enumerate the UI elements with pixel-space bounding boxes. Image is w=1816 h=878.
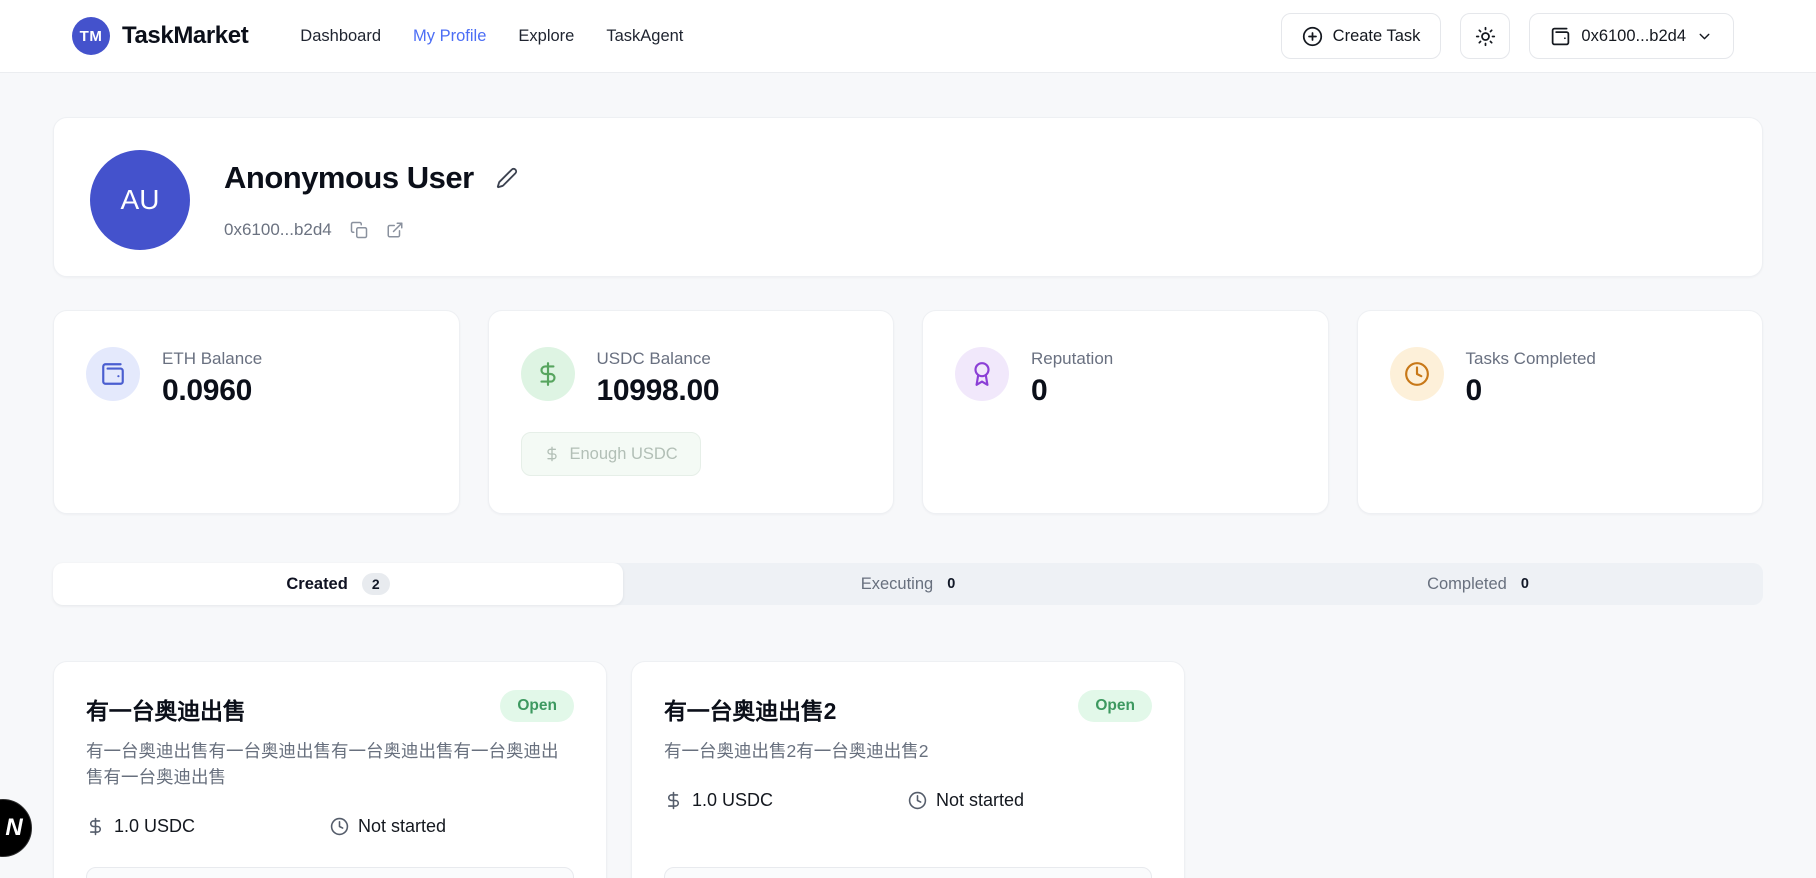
stat-value: 0 <box>1031 374 1113 408</box>
chevron-down-icon <box>1696 28 1713 45</box>
logo-icon: TM <box>72 17 110 55</box>
create-task-button[interactable]: Create Task <box>1281 13 1442 59</box>
tab-executing[interactable]: Executing 0 <box>623 563 1193 605</box>
view-on-explorer-button[interactable] <box>386 221 404 239</box>
dollar-icon <box>521 347 575 401</box>
wallet-address-label: 0x6100...b2d4 <box>1581 27 1686 46</box>
task-title: 有一台奥迪出售 <box>86 692 246 726</box>
tab-count-badge: 2 <box>362 573 390 595</box>
theme-toggle-button[interactable] <box>1460 13 1510 59</box>
nav-links: Dashboard My Profile Explore TaskAgent <box>300 27 683 46</box>
task-time-label: Not started <box>936 790 1024 811</box>
task-card[interactable]: 有一台奥迪出售2 Open 有一台奥迪出售2有一台奥迪出售2 1.0 USDC … <box>631 661 1185 878</box>
profile-card: AU Anonymous User 0x6100...b2d4 <box>53 117 1763 277</box>
task-reward: 1.0 USDC <box>664 790 908 811</box>
wallet-button[interactable]: 0x6100...b2d4 <box>1529 13 1734 59</box>
profile-name: Anonymous User <box>224 160 474 196</box>
tab-label: Executing <box>861 575 933 594</box>
nextjs-dev-badge[interactable]: N <box>0 799 32 857</box>
stat-label: USDC Balance <box>597 347 720 369</box>
create-task-label: Create Task <box>1333 27 1421 46</box>
pencil-icon <box>496 167 518 189</box>
stat-value: 0 <box>1466 374 1596 408</box>
wallet-address-text: 0x6100...b2d4 <box>224 220 332 240</box>
avatar: AU <box>90 150 190 250</box>
copy-address-button[interactable] <box>350 221 368 239</box>
copy-icon <box>350 221 368 239</box>
task-description: 有一台奥迪出售有一台奥迪出售有一台奥迪出售有一台奥迪出售有一台奥迪出售 <box>86 738 574 790</box>
nav-link-explore[interactable]: Explore <box>518 27 574 46</box>
main-content: AU Anonymous User 0x6100...b2d4 <box>53 117 1763 878</box>
tab-created[interactable]: Created 2 <box>53 563 623 605</box>
task-time-status: Not started <box>330 816 574 837</box>
clock-icon <box>908 791 927 810</box>
task-card-action-button[interactable] <box>86 867 574 878</box>
stat-card-reputation: Reputation 0 <box>922 310 1329 514</box>
nav-link-my-profile[interactable]: My Profile <box>413 27 486 46</box>
navbar-actions: Create Task 0x6100...b2d4 <box>1281 13 1734 59</box>
nav-link-taskagent[interactable]: TaskAgent <box>606 27 683 46</box>
stat-label: Reputation <box>1031 347 1113 369</box>
profile-info: Anonymous User 0x6100...b2d4 <box>224 150 518 244</box>
tab-completed[interactable]: Completed 0 <box>1193 563 1763 605</box>
tab-count-badge: 0 <box>1521 576 1529 592</box>
task-tabs: Created 2 Executing 0 Completed 0 <box>53 563 1763 605</box>
brand[interactable]: TM TaskMarket <box>72 17 248 55</box>
stat-label: Tasks Completed <box>1466 347 1596 369</box>
task-card[interactable]: 有一台奥迪出售 Open 有一台奥迪出售有一台奥迪出售有一台奥迪出售有一台奥迪出… <box>53 661 607 878</box>
tab-label: Completed <box>1427 575 1507 594</box>
dollar-icon <box>86 817 105 836</box>
status-badge: Open <box>500 690 574 722</box>
external-link-icon <box>386 221 404 239</box>
task-list: 有一台奥迪出售 Open 有一台奥迪出售有一台奥迪出售有一台奥迪出售有一台奥迪出… <box>53 661 1763 878</box>
chip-label: Enough USDC <box>570 445 678 464</box>
stat-card-tasks-completed: Tasks Completed 0 <box>1357 310 1764 514</box>
tab-label: Created <box>286 575 347 594</box>
stat-value: 10998.00 <box>597 374 720 408</box>
stat-card-usdc-balance: USDC Balance 10998.00 Enough USDC <box>488 310 895 514</box>
task-reward-label: 1.0 USDC <box>692 790 773 811</box>
plus-circle-icon <box>1302 26 1323 47</box>
wallet-icon <box>86 347 140 401</box>
tab-count-badge: 0 <box>947 576 955 592</box>
task-time-label: Not started <box>358 816 446 837</box>
stat-card-eth-balance: ETH Balance 0.0960 <box>53 310 460 514</box>
task-description: 有一台奥迪出售2有一台奥迪出售2 <box>664 738 1152 764</box>
brand-name: TaskMarket <box>122 22 248 50</box>
dollar-icon <box>544 446 560 462</box>
stats-row: ETH Balance 0.0960 USDC Balance 10998.00 <box>53 310 1763 514</box>
sun-icon <box>1475 26 1496 47</box>
clock-icon <box>330 817 349 836</box>
task-reward-label: 1.0 USDC <box>114 816 195 837</box>
task-title: 有一台奥迪出售2 <box>664 692 836 726</box>
empty-grid-cell <box>1209 661 1763 878</box>
task-card-action-button[interactable] <box>664 867 1152 878</box>
stat-label: ETH Balance <box>162 347 262 369</box>
status-badge: Open <box>1078 690 1152 722</box>
award-icon <box>955 347 1009 401</box>
stat-value: 0.0960 <box>162 374 262 408</box>
dollar-icon <box>664 791 683 810</box>
task-time-status: Not started <box>908 790 1152 811</box>
task-reward: 1.0 USDC <box>86 816 330 837</box>
top-navbar: TM TaskMarket Dashboard My Profile Explo… <box>0 0 1816 73</box>
enough-usdc-chip: Enough USDC <box>521 432 701 476</box>
wallet-icon <box>1550 26 1571 47</box>
edit-name-button[interactable] <box>496 167 518 189</box>
clock-icon <box>1390 347 1444 401</box>
nav-link-dashboard[interactable]: Dashboard <box>300 27 381 46</box>
